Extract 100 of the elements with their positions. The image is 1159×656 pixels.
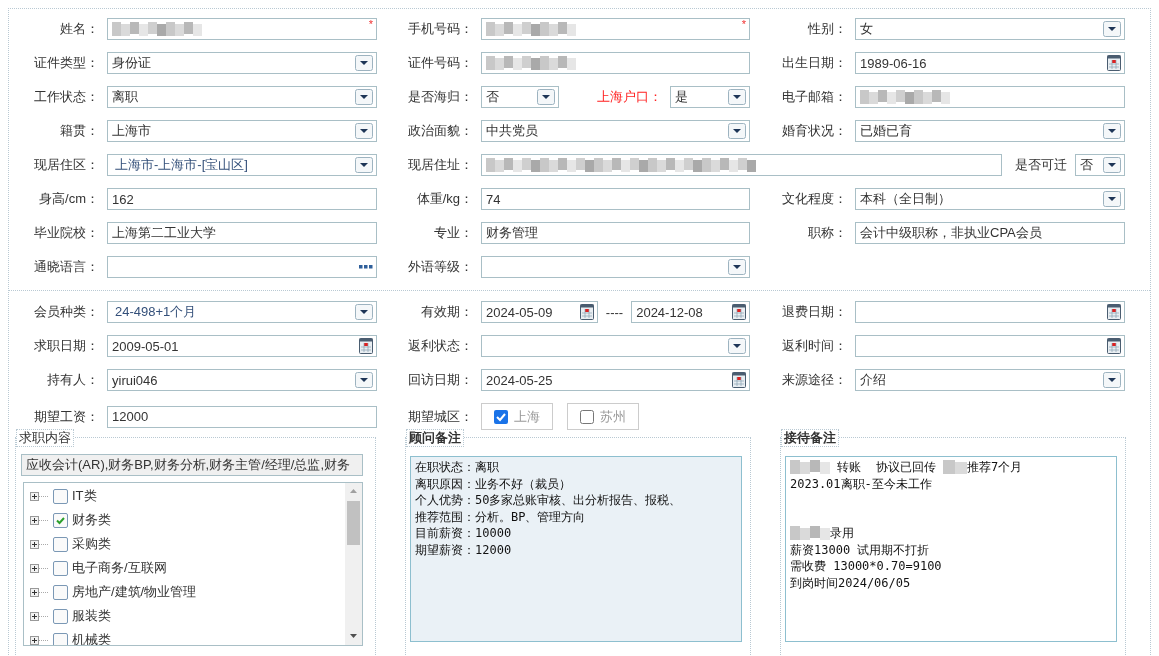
field-label: 回访日期： xyxy=(408,371,473,389)
calendar-icon[interactable] xyxy=(732,304,746,320)
checkbox[interactable] xyxy=(53,560,68,576)
dropdown-field[interactable]: 上海市-上海市-[宝山区] xyxy=(107,154,377,176)
field-label: 上海户口： xyxy=(596,88,662,106)
calendar-icon[interactable] xyxy=(579,304,594,320)
tree-item[interactable]: 采购类 xyxy=(72,535,111,553)
text-field[interactable] xyxy=(481,52,750,74)
field-label: 退费日期： xyxy=(782,303,847,321)
text-field[interactable]: 12000 xyxy=(107,405,377,428)
tree-item[interactable]: 财务类 xyxy=(72,511,111,529)
field-label: 文化程度： xyxy=(782,190,847,208)
notes-field[interactable]: 转账 协议已回传 推荐7个月 2023.01离职-至今未工作 录用 薪资13000 试用期不打折 需收费 13000*0.70=9100 到岗时间2024/06/05 xyxy=(785,456,1117,642)
tree-item[interactable]: IT类 xyxy=(72,487,97,505)
scrollbar-drawing[interactable] xyxy=(345,483,362,645)
dropdown-field[interactable]: 否 xyxy=(481,86,559,108)
field-label: 籍贯： xyxy=(60,122,99,140)
text-field[interactable]: * xyxy=(481,18,750,40)
field-label: 政治面貌： xyxy=(408,122,473,140)
date-field[interactable]: 2009-05-01 xyxy=(107,335,377,357)
text-field[interactable] xyxy=(855,86,1125,108)
field-label: 持有人： xyxy=(47,371,99,389)
dropdown-field[interactable] xyxy=(481,256,750,278)
field-label: 期望工资： xyxy=(34,407,99,426)
lookup-field[interactable] xyxy=(107,256,377,278)
dropdown-field[interactable]: yirui046 xyxy=(107,369,377,391)
field-label: 体重/kg： xyxy=(416,190,473,208)
required-mark: * xyxy=(368,18,373,30)
tree-item[interactable]: 电子商务/互联网 xyxy=(72,559,167,577)
tree-item[interactable]: 房地产/建筑/物业管理 xyxy=(72,583,197,601)
selection-summary: 应收会计(AR),财务BP,财务分析,财务主管/经理/总监,财务 xyxy=(21,454,363,476)
dropdown-field[interactable]: 已婚已育 xyxy=(855,120,1125,142)
field-label: 外语等级： xyxy=(408,258,473,276)
calendar-icon[interactable] xyxy=(1107,304,1121,320)
text-field[interactable]: 上海第二工业大学 xyxy=(107,222,377,244)
tree-item[interactable]: 机械类 xyxy=(72,631,111,645)
dropdown-field[interactable]: 身份证 xyxy=(107,52,377,74)
field-label: 电子邮箱： xyxy=(782,88,847,106)
field-label: 证件号码： xyxy=(408,54,473,72)
text-field[interactable] xyxy=(481,154,1002,176)
date-field[interactable]: 2024-12-08 xyxy=(631,301,750,323)
checkbox[interactable] xyxy=(494,409,508,424)
expand-icon[interactable] xyxy=(30,491,49,501)
date-field[interactable]: 1989-06-16 xyxy=(855,52,1125,74)
checkbox[interactable] xyxy=(53,632,68,645)
text-field[interactable]: 会计中级职称，非执业CPA会员 xyxy=(855,222,1125,244)
field-label: 求职日期： xyxy=(34,337,99,355)
notes-field[interactable]: 在职状态：离职 离职原因：业务不好（裁员） 个人优势：50多家总账审核、出分析报告、报税、 推荐范围：分析。BP、管理方向 目前薪资：10000 期望薪资：12000 xyxy=(410,456,742,642)
field-label: 是否海归： xyxy=(408,88,473,106)
calendar-icon[interactable] xyxy=(732,372,746,388)
dropdown-field[interactable]: 离职 xyxy=(107,86,377,108)
checkbox[interactable] xyxy=(53,608,68,624)
dropdown-field[interactable]: 是 xyxy=(670,86,750,108)
range-separator: ---- xyxy=(605,304,624,320)
checkbox[interactable] xyxy=(53,584,68,600)
text-field[interactable]: 74 xyxy=(481,188,750,210)
expand-icon[interactable] xyxy=(30,539,49,549)
dropdown-field[interactable]: 女 xyxy=(855,18,1125,40)
tree-item[interactable]: 服装类 xyxy=(72,607,111,625)
dropdown-field[interactable]: 介绍 xyxy=(855,369,1125,391)
text-field[interactable]: 162 xyxy=(107,188,377,210)
field-label: 出生日期： xyxy=(782,54,847,72)
date-field[interactable]: 2024-05-25 xyxy=(481,369,750,391)
field-label: 姓名： xyxy=(60,20,99,38)
expand-icon[interactable] xyxy=(30,587,49,597)
field-label: 返利状态： xyxy=(408,337,473,355)
dropdown-field[interactable]: 上海市 xyxy=(107,120,377,142)
dropdown-field[interactable]: 本科（全日制） xyxy=(855,188,1125,210)
calendar-icon[interactable] xyxy=(359,338,373,354)
field-label: 有效期： xyxy=(421,303,473,321)
dropdown-field[interactable]: 中共党员 xyxy=(481,120,750,142)
field-label: 来源途径： xyxy=(782,371,847,389)
expand-icon[interactable] xyxy=(30,515,49,525)
text-field[interactable]: 财务管理 xyxy=(481,222,750,244)
expand-icon[interactable] xyxy=(30,635,49,645)
field-label: 证件类型： xyxy=(34,54,99,72)
checkbox[interactable] xyxy=(53,512,68,528)
field-label: 会员种类： xyxy=(34,303,99,321)
date-field[interactable] xyxy=(855,301,1125,323)
checkbox[interactable] xyxy=(53,488,68,504)
required-mark: * xyxy=(741,18,746,30)
calendar-icon[interactable] xyxy=(1107,338,1121,354)
field-label: 专业： xyxy=(434,224,473,242)
field-label: 现居住区： xyxy=(34,156,99,174)
field-label: 返利时间： xyxy=(782,337,847,355)
expand-icon[interactable] xyxy=(30,611,49,621)
field-label: 手机号码： xyxy=(408,20,473,38)
expand-icon[interactable] xyxy=(30,563,49,573)
checkbox[interactable] xyxy=(580,409,594,424)
field-label: 是否可迁 xyxy=(1015,156,1067,174)
date-field[interactable]: 2024-05-09 xyxy=(481,301,598,323)
dropdown-field[interactable] xyxy=(481,335,750,357)
dropdown-field[interactable]: 否 xyxy=(1075,154,1125,176)
dropdown-field[interactable]: 24-498+1个月 xyxy=(107,301,377,323)
field-label: 婚育状况： xyxy=(782,122,847,140)
more-icon[interactable] xyxy=(359,265,373,269)
calendar-icon[interactable] xyxy=(1107,55,1121,71)
checkbox[interactable] xyxy=(53,536,68,552)
text-field[interactable]: * xyxy=(107,18,377,40)
date-field[interactable] xyxy=(855,335,1125,357)
